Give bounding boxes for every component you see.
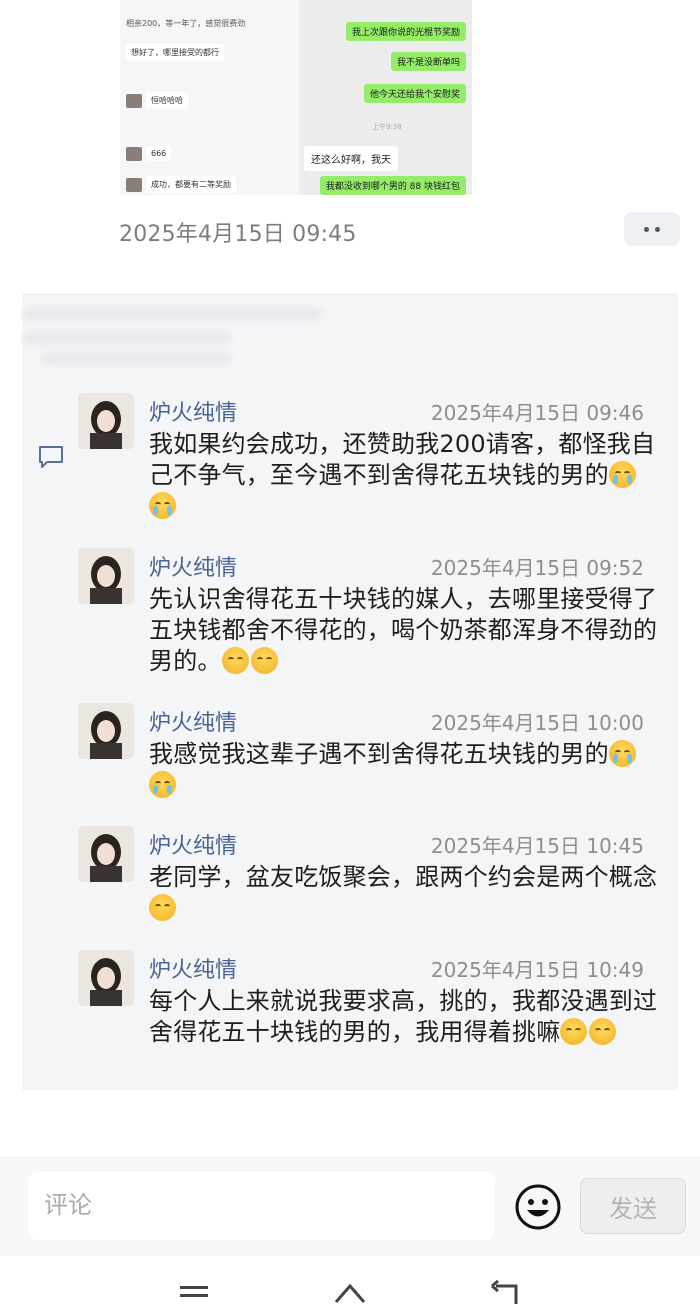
mini-chat-row: 666 <box>126 146 172 161</box>
back-icon[interactable] <box>488 1280 524 1304</box>
blurred-text <box>22 307 322 321</box>
mini-chat-row: 成功，都要有二等奖励 <box>126 176 236 193</box>
crying-face-icon <box>149 771 176 798</box>
post-image[interactable]: 相亲200，等一年了，感觉很费劲 想好了，哪里接受的都行 恒哈哈哈 666 成功… <box>120 0 472 195</box>
mini-chat-row: 相亲200，等一年了，感觉很费劲 <box>126 18 245 29</box>
comment-time: 2025年4月15日 09:46 <box>430 401 644 425</box>
home-icon[interactable] <box>332 1280 368 1304</box>
chat-screenshot-left: 相亲200，等一年了，感觉很费劲 想好了，哪里接受的都行 恒哈哈哈 666 成功… <box>120 0 298 195</box>
comment-text: 老同学，盆友吃饭聚会，跟两个约会是两个概念 <box>149 862 659 924</box>
comment-item: 炉火纯情 2025年4月15日 10:45 老同学，盆友吃饭聚会，跟两个约会是两… <box>78 826 658 936</box>
blurred-text <box>42 351 232 365</box>
grimace-face-icon <box>250 647 278 674</box>
comment-text-content: 老同学，盆友吃饭聚会，跟两个约会是两个概念 <box>149 863 658 891</box>
mini-chat-text: 相亲200，等一年了，感觉很费劲 <box>126 19 246 28</box>
avatar[interactable] <box>78 393 134 449</box>
unamused-face-icon <box>560 1018 588 1045</box>
comment-text: 我如果约会成功，还赞助我200请客，都怪我自己不争气，至今遇不到舍得花五块钱的男… <box>149 429 659 522</box>
mini-chat-text: 成功，都要有二等奖励 <box>146 176 236 193</box>
avatar[interactable] <box>78 548 134 604</box>
crying-face-icon <box>149 492 176 519</box>
mini-chat-bubble: 我上次跟你说的光棍节奖励 <box>345 22 466 41</box>
mini-chat-text: 666 <box>146 146 172 161</box>
comment-time: 2025年4月15日 10:00 <box>430 711 644 735</box>
comment-item: 炉火纯情 2025年4月15日 09:52 先认识舍得花五十块钱的媒人，去哪里接… <box>78 548 658 688</box>
mini-chat-row: 恒哈哈哈 <box>126 92 188 109</box>
comment-text-content: 我如果约会成功，还赞助我200请客，都怪我自己不争气，至今遇不到舍得花五块钱的男… <box>149 430 656 489</box>
mini-chat-bubble: 他今天还给我个安慰奖 <box>363 84 466 103</box>
comment-text: 每个人上来就说我要求高，挑的，我都没遇到过舍得花五十块钱的男的，我用得着挑嘛 <box>149 986 659 1048</box>
dot <box>655 226 660 232</box>
commenter-name[interactable]: 炉火纯情 <box>149 828 237 860</box>
unamused-face-icon <box>589 1018 617 1045</box>
comment-time: 2025年4月15日 09:52 <box>430 556 644 580</box>
mini-chat-bubble: 我不是没断单吗 <box>390 52 466 71</box>
mini-chat-bubble: 还这么好啊，我天 <box>304 146 398 171</box>
comment-text-content: 我感觉我这辈子遇不到舍得花五块钱的男的 <box>149 740 609 768</box>
comment-text: 先认识舍得花五十块钱的媒人，去哪里接受得了五块钱都舍不得花的，喝个奶茶都浑身不得… <box>149 584 659 677</box>
avatar[interactable] <box>78 703 134 759</box>
send-button[interactable]: 发送 <box>580 1178 686 1234</box>
mini-avatar <box>126 177 142 192</box>
smiley-icon[interactable] <box>514 1183 562 1231</box>
mini-chat-time: 上午9:38 <box>372 123 402 131</box>
comment-item: 炉火纯情 2025年4月15日 09:46 我如果约会成功，还赞助我200请客，… <box>78 393 658 533</box>
dot <box>644 226 649 232</box>
grimace-face-icon <box>221 647 249 674</box>
comment-text: 我感觉我这辈子遇不到舍得花五块钱的男的 <box>149 739 659 801</box>
crying-face-icon <box>608 740 636 767</box>
commenter-name[interactable]: 炉火纯情 <box>149 952 237 984</box>
comment-input-bar: 发送 <box>0 1156 700 1256</box>
blurred-text <box>22 331 232 345</box>
avatar[interactable] <box>78 950 134 1006</box>
flushed-face-icon <box>149 894 176 921</box>
comment-bubble-icon[interactable] <box>38 445 64 469</box>
comment-time: 2025年4月15日 10:49 <box>430 958 644 982</box>
comment-item: 炉火纯情 2025年4月15日 10:00 我感觉我这辈子遇不到舍得花五块钱的男… <box>78 703 658 813</box>
commenter-name[interactable]: 炉火纯情 <box>149 705 237 737</box>
commenter-name[interactable]: 炉火纯情 <box>149 550 237 582</box>
chat-screenshot-right: 我上次跟你说的光棍节奖励 我不是没断单吗 他今天还给我个安慰奖 上午9:38 还… <box>300 0 472 195</box>
mini-chat-text: 恒哈哈哈 <box>146 92 188 109</box>
more-dots-icon[interactable] <box>624 212 680 246</box>
menu-icon[interactable] <box>176 1280 212 1304</box>
comment-input[interactable] <box>28 1172 495 1240</box>
system-nav-bar <box>0 1256 700 1304</box>
comment-time: 2025年4月15日 10:45 <box>430 834 644 858</box>
mini-avatar <box>126 146 142 161</box>
mini-chat-text: 想好了，哪里接受的都行 <box>126 44 224 61</box>
mini-chat-row: 想好了，哪里接受的都行 <box>126 44 224 61</box>
mini-avatar <box>126 93 142 108</box>
avatar[interactable] <box>78 826 134 882</box>
post-timestamp: 2025年4月15日 09:45 <box>119 222 357 247</box>
commenter-name[interactable]: 炉火纯情 <box>149 395 237 427</box>
mini-chat-bubble: 我都没收到哪个男的 88 块钱红包 <box>319 176 466 195</box>
comment-item: 炉火纯情 2025年4月15日 10:49 每个人上来就说我要求高，挑的，我都没… <box>78 950 658 1080</box>
crying-face-icon <box>608 461 636 488</box>
